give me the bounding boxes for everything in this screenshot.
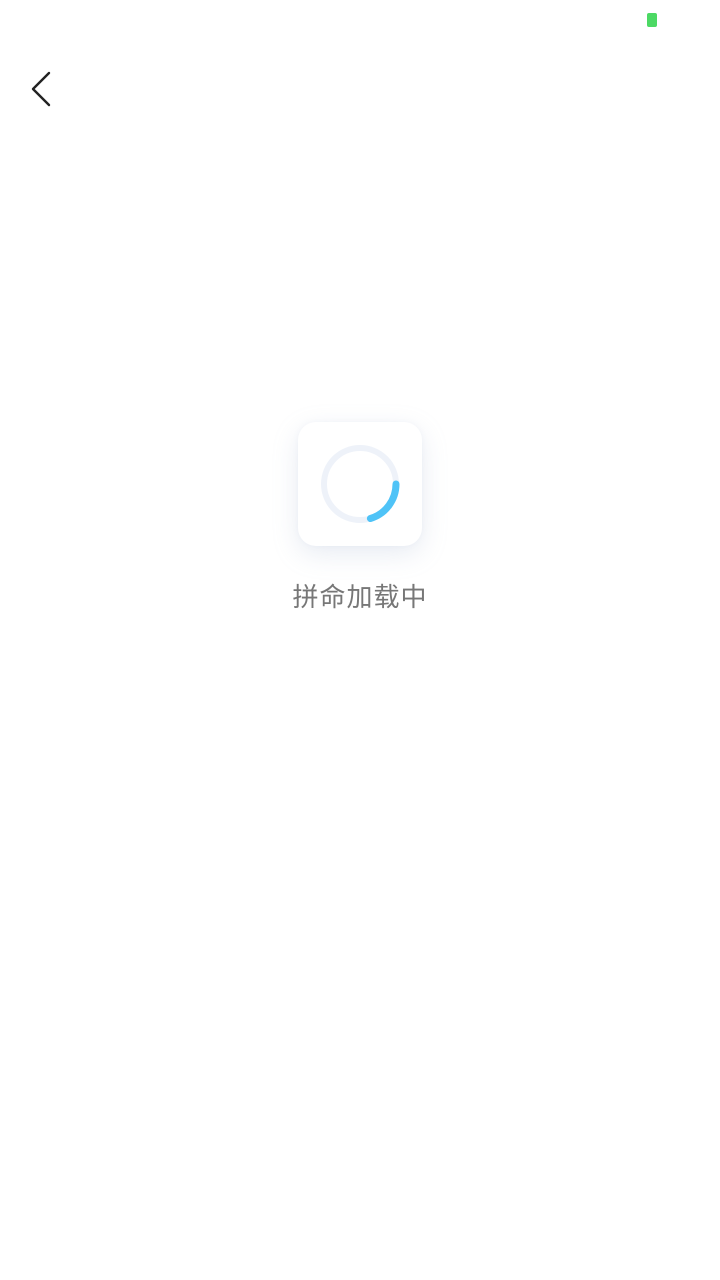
loading-screen: 拼命加载中	[0, 0, 720, 1280]
battery-icon	[647, 13, 657, 27]
chevron-left-icon	[31, 71, 51, 107]
loading-card	[298, 422, 422, 546]
loading-text: 拼命加载中	[292, 583, 428, 613]
back-button[interactable]	[22, 64, 66, 114]
loading-spinner-icon	[321, 445, 400, 523]
status-bar	[0, 0, 720, 40]
